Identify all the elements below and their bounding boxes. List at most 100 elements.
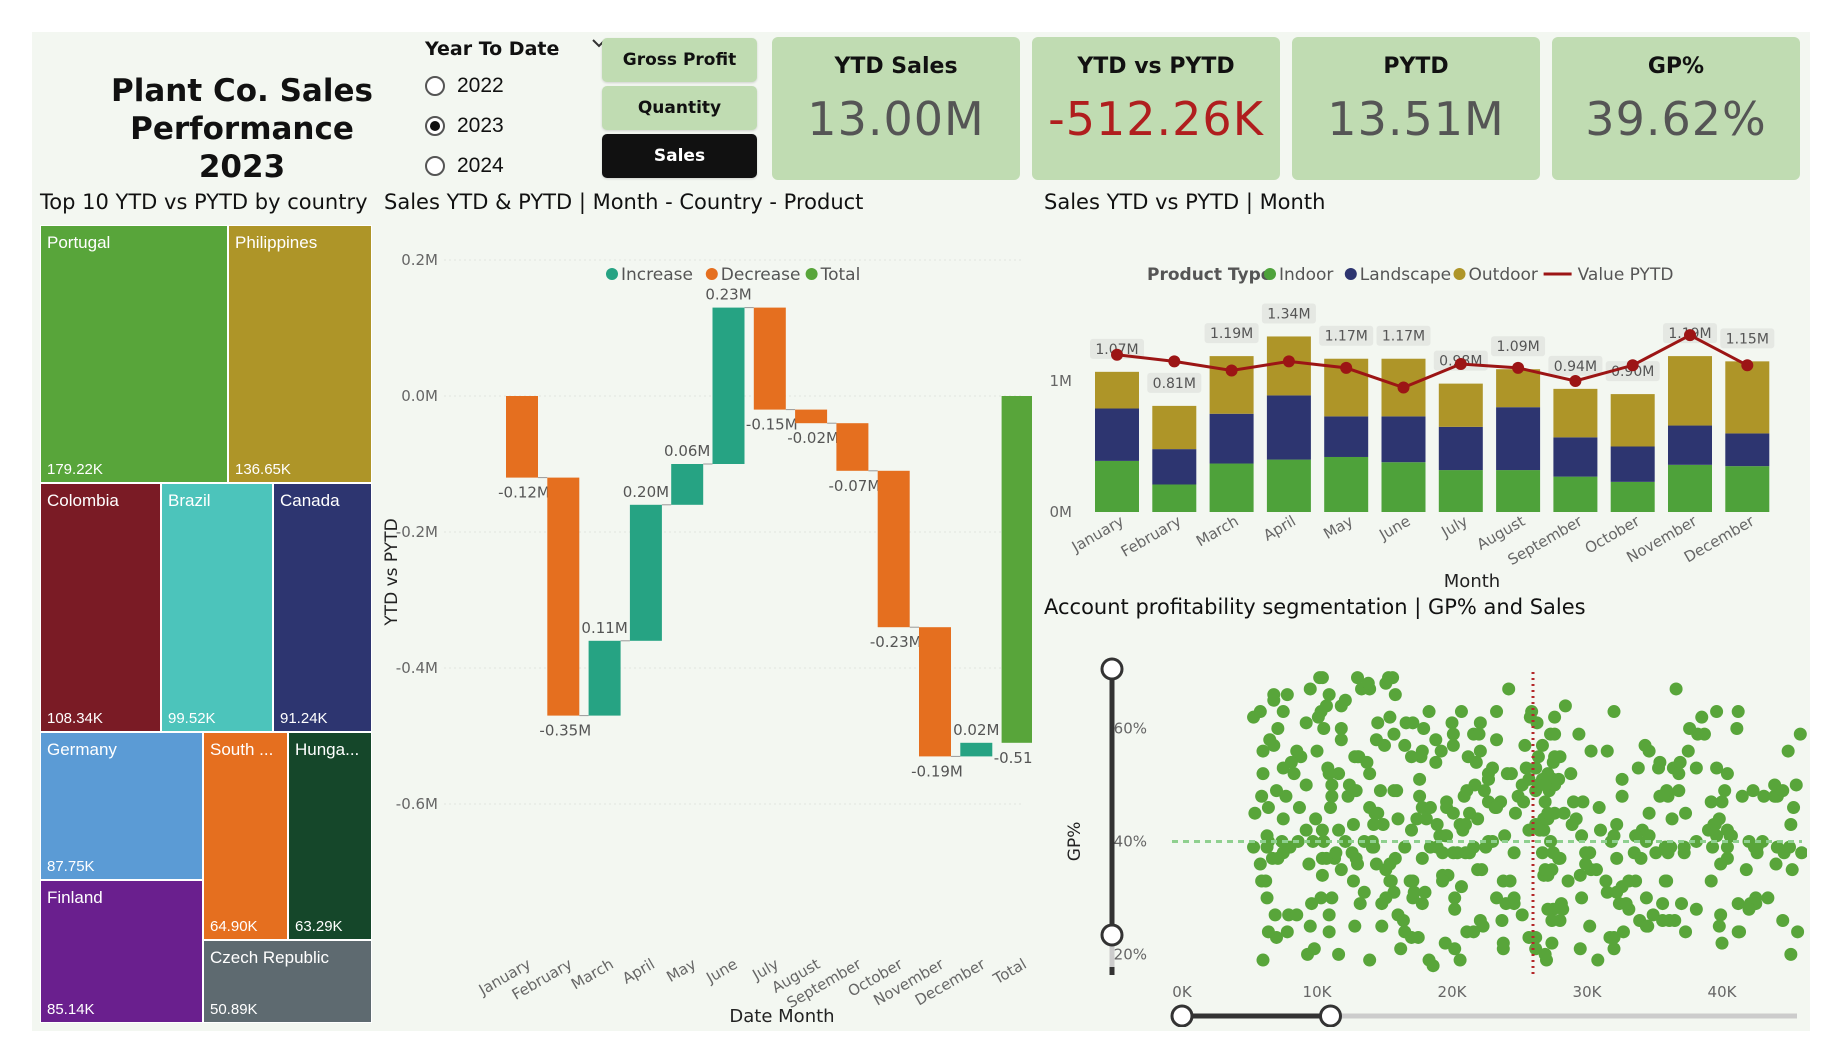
scatter-point[interactable] <box>1325 778 1339 792</box>
treemap-tile-czech-republic[interactable]: Czech Republic 50.89K <box>203 940 372 1023</box>
scatter-point[interactable] <box>1378 738 1391 752</box>
scatter-point[interactable] <box>1672 767 1686 781</box>
value-slider-handle-right[interactable] <box>1319 1004 1342 1027</box>
radio-button[interactable] <box>425 76 445 96</box>
scatter-point[interactable] <box>1638 738 1652 752</box>
scatter-point[interactable] <box>1607 942 1621 956</box>
scatter-point[interactable] <box>1422 953 1436 967</box>
scatter-point[interactable] <box>1529 761 1543 775</box>
scatter-point[interactable] <box>1503 874 1517 888</box>
slicer-option-2022[interactable]: 2022 <box>425 74 504 98</box>
scatter-point[interactable] <box>1276 705 1290 719</box>
scatter-point[interactable] <box>1718 784 1732 798</box>
scatter-point[interactable] <box>1795 846 1807 860</box>
scatter-point[interactable] <box>1415 851 1429 865</box>
scatter-point[interactable] <box>1261 801 1275 815</box>
treemap-tile-colombia[interactable]: Colombia 108.34K <box>40 483 161 732</box>
scatter-point[interactable] <box>1387 727 1401 741</box>
scatter-point[interactable] <box>1322 688 1336 702</box>
gp-slider-handle-top[interactable] <box>1100 657 1124 681</box>
scatter-point[interactable] <box>1481 772 1495 786</box>
scatter-point[interactable] <box>1784 947 1798 961</box>
scatter-point[interactable] <box>1610 818 1624 831</box>
scatter-point[interactable] <box>1672 784 1686 798</box>
scatter-point[interactable] <box>1607 705 1621 719</box>
scatter-point[interactable] <box>1541 902 1555 916</box>
scatter-point[interactable] <box>1789 778 1803 792</box>
scatter-point[interactable] <box>1653 789 1667 803</box>
scatter-point[interactable] <box>1271 721 1285 735</box>
scatter-point[interactable] <box>1548 750 1562 764</box>
scatter-point[interactable] <box>1622 874 1636 888</box>
scatter-point[interactable] <box>1383 857 1397 871</box>
scatter-point[interactable] <box>1263 733 1277 747</box>
scatter-point[interactable] <box>1565 818 1579 831</box>
scatter-point[interactable] <box>1430 818 1444 831</box>
scatter-point[interactable] <box>1299 778 1313 792</box>
scatter-point[interactable] <box>1292 801 1306 815</box>
scatter-point[interactable] <box>1332 947 1346 961</box>
scatter-point[interactable] <box>1367 818 1381 831</box>
scatter-point[interactable] <box>1391 812 1405 826</box>
scatter-point[interactable] <box>1448 902 1462 916</box>
scatter-point[interactable] <box>1573 868 1587 882</box>
scatter-point[interactable] <box>1332 823 1346 837</box>
scatter-point[interactable] <box>1406 874 1420 888</box>
scatter-point[interactable] <box>1495 914 1509 928</box>
scatter-point[interactable] <box>1673 755 1687 769</box>
scatter-point[interactable] <box>1591 953 1605 967</box>
scatter-point[interactable] <box>1715 795 1729 809</box>
scatter-point[interactable] <box>1473 716 1487 730</box>
scatter-point[interactable] <box>1405 750 1418 764</box>
scatter-point[interactable] <box>1472 727 1486 741</box>
scatter-point[interactable] <box>1311 710 1325 724</box>
scatter-point[interactable] <box>1256 953 1270 967</box>
scatter-point[interactable] <box>1784 818 1798 831</box>
scatter-point[interactable] <box>1583 919 1597 933</box>
scatter-point[interactable] <box>1477 784 1491 798</box>
scatter-point[interactable] <box>1349 851 1363 865</box>
scatter-point[interactable] <box>1353 897 1367 911</box>
scatter-point[interactable] <box>1334 699 1348 713</box>
scatter-point[interactable] <box>1695 710 1709 724</box>
scatter-point[interactable] <box>1538 795 1552 809</box>
scatter-point[interactable] <box>1315 868 1329 882</box>
scatter-point[interactable] <box>1446 806 1460 820</box>
scatter-point[interactable] <box>1712 919 1726 933</box>
scatter-point[interactable] <box>1446 727 1460 741</box>
scatter-point[interactable] <box>1383 710 1397 724</box>
scatter-point[interactable] <box>1710 705 1724 719</box>
scatter-point[interactable] <box>1561 874 1575 888</box>
scatter-point[interactable] <box>1545 936 1559 950</box>
scatter-point[interactable] <box>1733 925 1747 939</box>
scatter-point[interactable] <box>1589 863 1603 877</box>
scatter-point[interactable] <box>1592 801 1606 815</box>
scatter-point[interactable] <box>1305 897 1319 911</box>
scatter-point[interactable] <box>1390 784 1404 798</box>
scatter-point[interactable] <box>1276 812 1290 826</box>
scatter-point[interactable] <box>1394 942 1408 956</box>
scatter-point[interactable] <box>1268 908 1282 922</box>
scatter-point[interactable] <box>1776 914 1790 928</box>
scatter-point[interactable] <box>1619 897 1633 911</box>
scatter-point[interactable] <box>1405 823 1418 837</box>
scatter-point[interactable] <box>1584 744 1598 758</box>
scatter-point[interactable] <box>1615 772 1629 786</box>
scatter-point[interactable] <box>1310 744 1324 758</box>
scatter-point[interactable] <box>1486 761 1499 775</box>
scatter-point[interactable] <box>1507 891 1521 905</box>
scatter-point[interactable] <box>1255 789 1269 803</box>
scatter-point[interactable] <box>1538 863 1552 877</box>
scatter-point[interactable] <box>1303 919 1317 933</box>
scatter-point[interactable] <box>1502 682 1516 696</box>
gp-slider-handle-bottom[interactable] <box>1100 923 1124 947</box>
scatter-point[interactable] <box>1360 755 1374 769</box>
scatter-point[interactable] <box>1299 716 1313 730</box>
scatter-point[interactable] <box>1423 801 1437 815</box>
scatter-point[interactable] <box>1518 738 1532 752</box>
treemap-tile-hungary[interactable]: Hunga... 63.29K <box>288 732 372 940</box>
scatter-point[interactable] <box>1375 897 1389 911</box>
scatter-point[interactable] <box>1334 863 1348 877</box>
scatter-point[interactable] <box>1573 942 1587 956</box>
scatter-point[interactable] <box>1553 914 1567 928</box>
